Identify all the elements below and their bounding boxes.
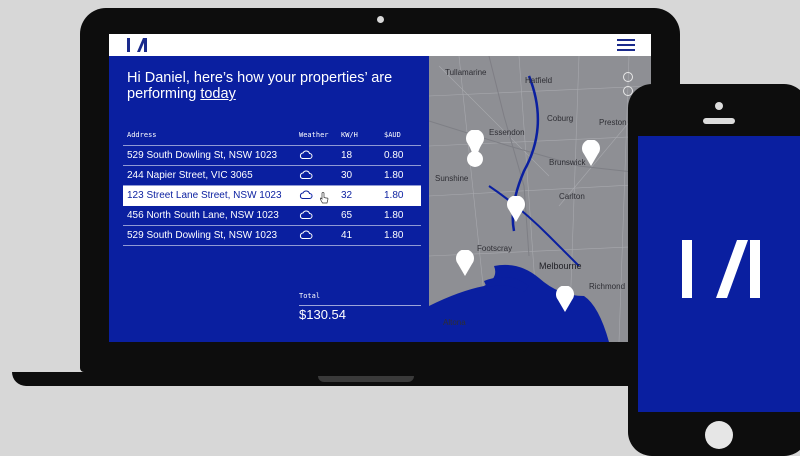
cloud-icon <box>299 170 313 179</box>
row-aud: 1.80 <box>384 230 404 241</box>
row-address: 244 Napier Street, VIC 3065 <box>127 170 253 181</box>
map-label-altona: Altona <box>443 318 466 327</box>
row-aud: 1.80 <box>384 170 404 181</box>
row-address: 123 Street Lane Street, NSW 1023 <box>127 190 282 201</box>
row-kwh: 30 <box>341 170 353 181</box>
row-kwh: 32 <box>341 190 353 201</box>
app-logo-icon[interactable] <box>125 38 149 52</box>
row-aud: 1.80 <box>384 210 404 221</box>
laptop-screen: Hi Daniel, here’s how your properties’ a… <box>109 34 651 342</box>
property-map[interactable]: Tullamarine Hatfield Coburg Essendon Bru… <box>429 56 651 342</box>
cloud-icon <box>299 150 313 159</box>
table-row-selected[interactable]: 123 Street Lane Street, NSW 1023 32 1.80 <box>123 186 421 206</box>
map-label-hatfield: Hatfield <box>525 76 553 85</box>
column-header-address: Address <box>127 131 157 139</box>
map-label-brunswick: Brunswick <box>549 158 586 167</box>
row-kwh: 18 <box>341 150 353 161</box>
map-label-footscray: Footscray <box>477 244 513 253</box>
map-zoom-in-button[interactable] <box>623 72 633 82</box>
row-kwh: 65 <box>341 210 353 221</box>
total-divider <box>299 305 421 306</box>
hamburger-menu-icon[interactable] <box>617 39 635 52</box>
map-label-coburg: Coburg <box>547 114 574 123</box>
phone-logo-icon <box>682 240 760 298</box>
laptop-camera <box>377 16 384 23</box>
total-label: Total <box>299 292 321 300</box>
row-aud: 0.80 <box>384 150 404 161</box>
map-label-carlton: Carlton <box>559 192 585 201</box>
column-header-kwh: KW/H <box>341 131 358 139</box>
row-kwh: 41 <box>341 230 353 241</box>
phone-home-button[interactable] <box>705 421 733 449</box>
cloud-icon <box>299 190 313 199</box>
map-label-tullamarine: Tullamarine <box>445 68 487 77</box>
table-row[interactable]: 244 Napier Street, VIC 3065 30 1.80 <box>123 166 421 186</box>
cloud-icon <box>299 210 313 219</box>
greeting-heading: Hi Daniel, here’s how your properties’ a… <box>127 70 417 102</box>
map-label-richmond: Richmond <box>589 282 626 291</box>
greeting-text: Hi Daniel, here’s how your properties’ a… <box>127 70 393 102</box>
map-pin-icon[interactable] <box>465 130 485 156</box>
table-row[interactable]: 529 South Dowling St, NSW 1023 18 0.80 <box>123 146 421 166</box>
table-row[interactable]: 529 South Dowling St, NSW 1023 41 1.80 <box>123 226 421 246</box>
cloud-icon <box>299 230 313 239</box>
map-label-essendon: Essendon <box>489 128 525 137</box>
table-row[interactable]: 456 North South Lane, NSW 1023 65 1.80 <box>123 206 421 226</box>
map-pin-icon[interactable] <box>506 196 526 222</box>
map-pin-icon[interactable] <box>455 250 475 276</box>
laptop-base-notch <box>318 376 414 382</box>
app-topbar <box>109 34 651 56</box>
phone-camera <box>715 102 723 110</box>
map-label-sunshine: Sunshine <box>435 174 469 183</box>
column-header-aud: $AUD <box>384 131 401 139</box>
row-aud: 1.80 <box>384 190 404 201</box>
map-label-melbourne: Melbourne <box>539 261 582 271</box>
map-pin-icon[interactable] <box>555 286 575 312</box>
row-address: 529 South Dowling St, NSW 1023 <box>127 150 278 161</box>
row-address: 456 North South Lane, NSW 1023 <box>127 210 279 221</box>
total-value: $130.54 <box>299 307 346 322</box>
column-header-weather: Weather <box>299 131 329 139</box>
pointer-cursor-icon <box>319 192 329 204</box>
map-canvas <box>429 56 651 342</box>
today-link[interactable]: today <box>200 86 235 102</box>
phone-speaker <box>703 118 735 124</box>
map-label-preston: Preston <box>599 118 627 127</box>
properties-panel: Hi Daniel, here’s how your properties’ a… <box>109 56 429 342</box>
row-address: 529 South Dowling St, NSW 1023 <box>127 230 278 241</box>
